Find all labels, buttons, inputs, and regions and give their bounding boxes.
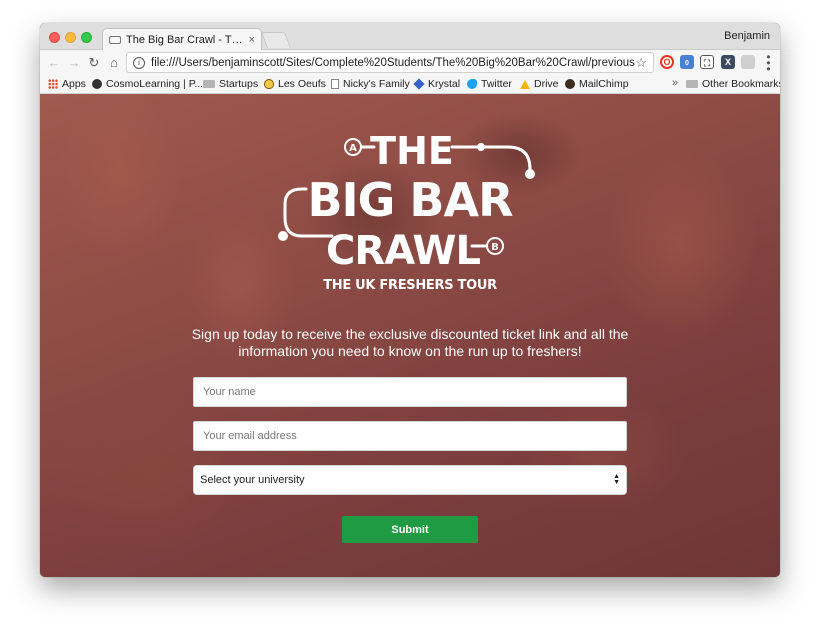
extension-badge-icon[interactable]: 0 [680, 55, 694, 69]
name-input[interactable]: Your name [193, 377, 627, 407]
minimize-window-button[interactable] [65, 32, 76, 43]
folder-icon [686, 80, 698, 88]
browser-toolbar: ← → ↻ ⌂ i file:///Users/benjaminscott/Si… [40, 50, 780, 75]
university-select[interactable]: Select your university ▲ ▼ [193, 465, 627, 495]
cosmo-icon [92, 79, 102, 89]
site-info-icon[interactable]: i [133, 56, 145, 69]
drive-icon [520, 79, 530, 89]
bookmark-star-icon[interactable]: ☆ [635, 55, 647, 71]
bookmark-twitter[interactable]: Twitter [467, 78, 512, 90]
page-content: A B THE BIG BAR CRAWL THE UK FRESHERS TO… [40, 94, 780, 577]
logo-line-crawl: CRAWL [326, 228, 480, 274]
bookmark-drive[interactable]: Drive [520, 78, 559, 90]
tab-title: The Big Bar Crawl - The UK Fr [126, 33, 244, 46]
address-bar[interactable]: i file:///Users/benjaminscott/Sites/Comp… [126, 52, 654, 73]
big-bar-crawl-logo: A B THE BIG BAR CRAWL [278, 129, 535, 274]
tagline: THE UK FRESHERS TOUR [323, 278, 497, 293]
page-extension-icon[interactable] [741, 55, 755, 69]
bookmark-startups[interactable]: Startups [203, 78, 258, 90]
egg-icon [264, 79, 274, 89]
logo-line-big-bar: BIG BAR [307, 173, 513, 227]
screenshot-extension-icon[interactable]: ⛶ [700, 55, 714, 69]
intro-text: Sign up today to receive the exclusive d… [191, 326, 629, 359]
email-input[interactable]: Your email address [193, 421, 627, 451]
opera-extension-icon[interactable]: O [660, 55, 674, 69]
browser-tab[interactable]: The Big Bar Crawl - The UK Fr × [102, 28, 262, 50]
bookmark-mailchimp[interactable]: MailChimp [565, 78, 629, 90]
bookmark-cosmolearning[interactable]: CosmoLearning | P... [92, 78, 203, 90]
new-tab-button[interactable] [261, 32, 291, 48]
forward-arrow-icon[interactable]: → [64, 55, 84, 70]
logo-line-the: THE [370, 129, 454, 173]
tab-close-icon[interactable]: × [249, 34, 255, 46]
page-icon [331, 79, 339, 89]
mailchimp-icon [565, 79, 575, 89]
krystal-icon [413, 78, 425, 90]
extension-badge-count: 0 [685, 60, 689, 67]
bookmark-nickys-family[interactable]: Nicky's Family [331, 78, 410, 90]
bookmark-krystal[interactable]: Krystal [413, 78, 460, 90]
university-select-value: Select your university [200, 474, 305, 486]
folder-icon [203, 80, 215, 88]
bookmarks-bar: Apps CosmoLearning | P... Startups Les O… [40, 75, 780, 94]
bookmark-apps[interactable]: Apps [48, 78, 86, 90]
bookmark-les-oeufs[interactable]: Les Oeufs [264, 78, 326, 90]
close-window-button[interactable] [49, 32, 60, 43]
route-end-marker: B [491, 242, 499, 253]
route-start-marker: A [349, 143, 357, 154]
bookmarks-overflow-chevron-icon[interactable]: » [672, 77, 678, 89]
title-bar: The Big Bar Crawl - The UK Fr × Benjamin [40, 23, 780, 50]
twitter-bird-icon [467, 79, 477, 89]
tab-favicon-icon [109, 35, 121, 44]
x-extension-icon[interactable]: X [721, 55, 735, 69]
select-arrows-icon: ▲ ▼ [613, 473, 620, 486]
profile-name[interactable]: Benjamin [724, 30, 770, 42]
apps-grid-icon [48, 79, 58, 89]
home-icon[interactable]: ⌂ [104, 55, 124, 70]
maximize-window-button[interactable] [81, 32, 92, 43]
browser-window: The Big Bar Crawl - The UK Fr × Benjamin… [40, 23, 780, 577]
address-bar-url: file:///Users/benjaminscott/Sites/Comple… [151, 56, 636, 69]
bookmark-other-bookmarks[interactable]: Other Bookmarks [686, 78, 780, 90]
reload-icon[interactable]: ↻ [84, 55, 104, 71]
browser-menu-icon[interactable]: • • • [765, 51, 771, 75]
back-arrow-icon[interactable]: ← [44, 55, 64, 70]
submit-button[interactable]: Submit [342, 516, 478, 543]
